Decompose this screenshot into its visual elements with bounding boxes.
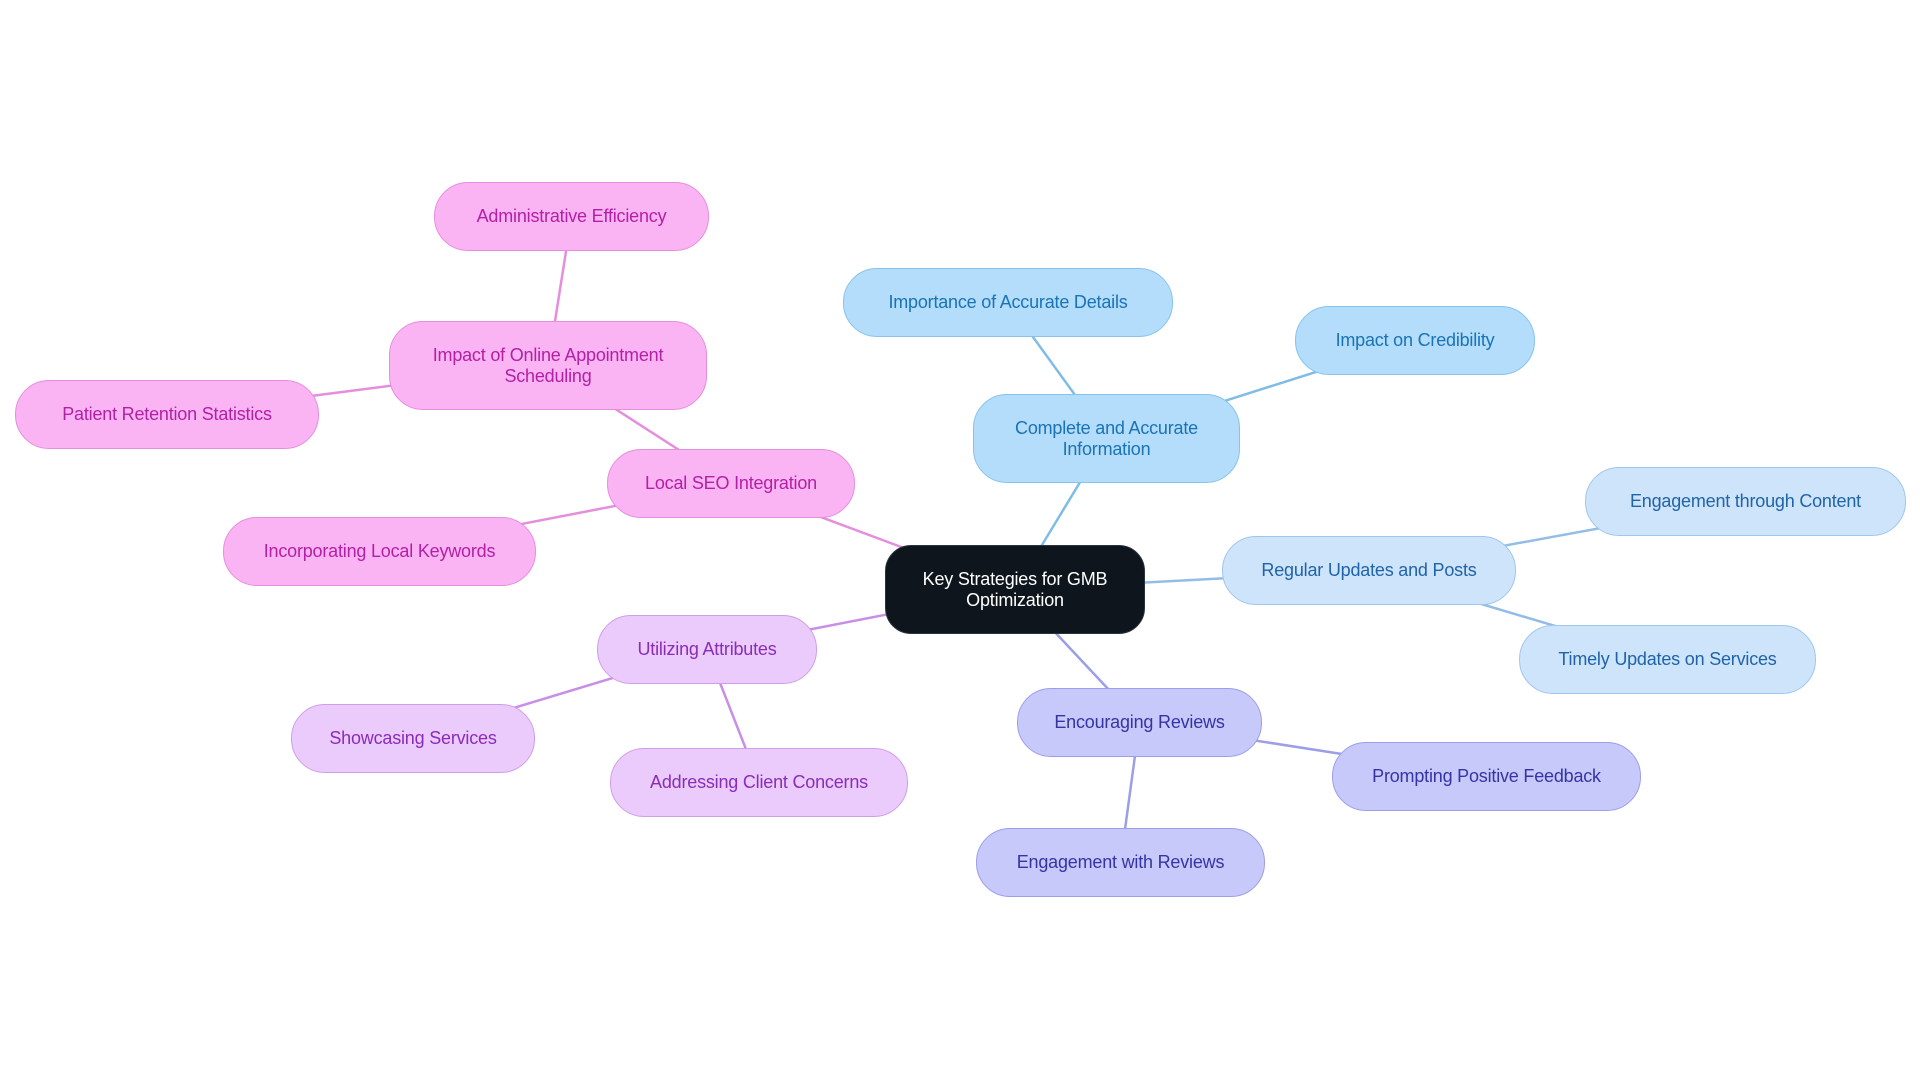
mindmap-canvas: Key Strategies for GMB Optimization Comp…	[0, 0, 1920, 1083]
node-showcasing-services-label: Showcasing Services	[329, 728, 497, 748]
node-online-scheduling[interactable]: Impact of Online Appointment Scheduling	[389, 321, 707, 410]
node-patient-retention[interactable]: Patient Retention Statistics	[15, 380, 319, 449]
node-engagement-reviews-label: Engagement with Reviews	[1016, 852, 1225, 872]
node-local-seo-label: Local SEO Integration	[645, 473, 817, 493]
node-credibility[interactable]: Impact on Credibility	[1295, 306, 1535, 375]
node-positive-feedback-label: Prompting Positive Feedback	[1372, 766, 1601, 786]
node-root-label: Key Strategies for GMB Optimization	[922, 568, 1108, 610]
node-local-keywords[interactable]: Incorporating Local Keywords	[223, 517, 536, 586]
node-timely-updates[interactable]: Timely Updates on Services	[1519, 625, 1816, 694]
node-root[interactable]: Key Strategies for GMB Optimization	[885, 545, 1145, 634]
node-utilizing-attributes[interactable]: Utilizing Attributes	[597, 615, 817, 684]
node-positive-feedback[interactable]: Prompting Positive Feedback	[1332, 742, 1641, 811]
node-online-scheduling-label: Impact of Online Appointment Scheduling	[432, 344, 664, 386]
node-local-seo[interactable]: Local SEO Integration	[607, 449, 855, 518]
node-regular-updates[interactable]: Regular Updates and Posts	[1222, 536, 1516, 605]
node-complete-info[interactable]: Complete and Accurate Information	[973, 394, 1240, 483]
node-engagement-reviews[interactable]: Engagement with Reviews	[976, 828, 1265, 897]
node-client-concerns-label: Addressing Client Concerns	[650, 772, 868, 792]
node-encouraging-reviews[interactable]: Encouraging Reviews	[1017, 688, 1262, 757]
node-showcasing-services[interactable]: Showcasing Services	[291, 704, 535, 773]
node-utilizing-attributes-label: Utilizing Attributes	[637, 639, 777, 659]
node-admin-efficiency-label: Administrative Efficiency	[476, 206, 667, 226]
node-timely-updates-label: Timely Updates on Services	[1558, 649, 1777, 669]
node-credibility-label: Impact on Credibility	[1335, 330, 1495, 350]
node-accurate-details-label: Importance of Accurate Details	[888, 292, 1128, 312]
node-local-keywords-label: Incorporating Local Keywords	[263, 541, 496, 561]
node-engagement-content-label: Engagement through Content	[1630, 491, 1861, 511]
node-complete-info-label: Complete and Accurate Information	[1015, 417, 1198, 459]
node-encouraging-reviews-label: Encouraging Reviews	[1054, 712, 1225, 732]
node-regular-updates-label: Regular Updates and Posts	[1261, 560, 1477, 580]
node-accurate-details[interactable]: Importance of Accurate Details	[843, 268, 1173, 337]
node-client-concerns[interactable]: Addressing Client Concerns	[610, 748, 908, 817]
node-patient-retention-label: Patient Retention Statistics	[62, 404, 272, 424]
node-engagement-content[interactable]: Engagement through Content	[1585, 467, 1906, 536]
node-admin-efficiency[interactable]: Administrative Efficiency	[434, 182, 709, 251]
